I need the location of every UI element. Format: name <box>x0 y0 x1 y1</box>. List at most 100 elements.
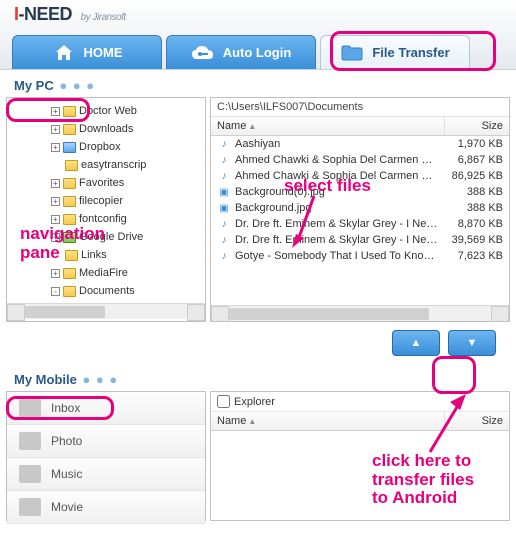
mobile-nav-movie[interactable]: Movie <box>7 491 205 524</box>
file-size: 388 KB <box>439 186 503 198</box>
transfer-up-button[interactable]: ▲ <box>392 330 440 356</box>
mymobile-title: My Mobile <box>14 372 77 387</box>
expand-icon[interactable]: - <box>51 287 60 296</box>
tree-item-label: Favorites <box>79 174 124 192</box>
dots-icon: ● ● ● <box>82 372 118 387</box>
tab-filetransfer[interactable]: File Transfer <box>320 35 470 69</box>
tree-item[interactable]: + Doctor Web <box>21 102 205 120</box>
explorer-label: Explorer <box>234 396 275 408</box>
folder-icon <box>63 214 76 225</box>
file-name: Gotye - Somebody That I Used To Know (fe… <box>235 250 439 262</box>
expand-icon[interactable]: + <box>51 233 60 242</box>
col-name[interactable]: Name▲ <box>211 412 445 430</box>
tab-filetransfer-label: File Transfer <box>372 45 449 60</box>
folder-tree[interactable]: + Doctor Web + Downloads + Dropboxeasytranscr… <box>7 98 205 303</box>
tree-item[interactable]: easytranscrip <box>21 156 205 174</box>
transfer-buttons: ▲ ▼ <box>0 322 516 364</box>
mobile-nav-label: Music <box>51 467 82 481</box>
explorer-checkbox-row[interactable]: Explorer <box>211 392 509 412</box>
expand-icon[interactable]: + <box>51 143 60 152</box>
tree-item-label: Downloads <box>79 120 133 138</box>
main-tabs: HOME Auto Login File Transfer <box>12 35 470 69</box>
triangle-down-icon: ▼ <box>467 337 478 349</box>
tree-item[interactable]: +Google Drive <box>21 228 205 246</box>
tree-item[interactable]: - Documents <box>21 282 205 300</box>
tree-item[interactable]: + Dropbox <box>21 138 205 156</box>
file-row[interactable]: ♪Ahmed Chawki & Sophia Del Carmen & Pitb… <box>211 168 509 184</box>
tree-hscrollbar[interactable] <box>7 303 205 319</box>
pc-panels: + Doctor Web + Downloads + Dropboxeasytranscr… <box>0 97 516 322</box>
music-icon: ♪ <box>217 233 231 247</box>
tree-item-label: Documents <box>79 282 135 300</box>
file-row[interactable]: ♪ Dr. Dre ft. Eminem & Skylar Grey - I Ne… <box>211 232 509 248</box>
file-name: Background.jpg <box>235 202 439 214</box>
music-icon: ♪ <box>217 137 231 151</box>
folder-icon <box>65 160 78 171</box>
tab-autologin-label: Auto Login <box>223 45 292 60</box>
tab-autologin[interactable]: Auto Login <box>166 35 316 69</box>
inbox-icon <box>19 399 41 417</box>
file-row[interactable]: ♪Dr. Dre ft. Eminem & Skylar Grey - I Ne… <box>211 216 509 232</box>
folder-icon <box>63 232 76 243</box>
tree-item-label: Links <box>81 246 107 264</box>
expand-icon[interactable]: + <box>51 197 60 206</box>
file-size: 388 KB <box>439 202 503 214</box>
file-row[interactable]: ♪ Ahmed Chawki & Sophia Del Carmen & Pitb… <box>211 152 509 168</box>
col-name[interactable]: Name▲ <box>211 117 445 135</box>
folder-icon <box>63 268 76 279</box>
tree-item-label: Dropbox <box>79 138 121 156</box>
music-icon: ♪ <box>217 217 231 231</box>
file-name: Ahmed Chawki & Sophia Del Carmen & Pitbu… <box>235 154 439 166</box>
folder-icon <box>63 286 76 297</box>
mobile-column-headers[interactable]: Name▲ Size <box>211 412 509 431</box>
tree-item-label: MediaFire <box>79 264 128 282</box>
tree-item-label: Doctor Web <box>79 102 137 120</box>
mobile-nav-photo[interactable]: Photo <box>7 425 205 458</box>
file-name: Dr. Dre ft. Eminem & Skylar Grey - I Nee… <box>235 234 439 246</box>
list-hscrollbar[interactable] <box>211 305 509 321</box>
column-headers[interactable]: Name▲ Size <box>211 117 509 136</box>
path-bar[interactable]: C:\Users\ILFS007\Documents <box>211 98 509 117</box>
tree-item[interactable]: + Downloads <box>21 120 205 138</box>
explorer-checkbox[interactable] <box>217 395 230 408</box>
expand-icon[interactable]: + <box>51 107 60 116</box>
tree-item[interactable]: + MediaFire <box>21 264 205 282</box>
file-size: 8,870 KB <box>439 218 503 230</box>
transfer-down-button[interactable]: ▼ <box>448 330 496 356</box>
file-name: Ahmed Chawki & Sophia Del Carmen & Pitbu… <box>235 170 439 182</box>
tree-item-label: fontconfig <box>79 210 127 228</box>
tree-item-label: easytranscrip <box>81 156 146 174</box>
music-icon: ♪ <box>217 249 231 263</box>
file-list-panel: C:\Users\ILFS007\Documents Name▲ Size ♪A… <box>210 97 510 322</box>
col-size[interactable]: Size <box>445 412 509 430</box>
mobile-nav-music[interactable]: Music <box>7 458 205 491</box>
mobile-nav: Inbox Photo Music Movie <box>6 391 206 521</box>
mobile-panels: Inbox Photo Music Movie Explorer Name▲ Size <box>0 391 516 521</box>
tree-item[interactable]: + Favorites <box>21 174 205 192</box>
file-row[interactable]: ♪Aashiyan1,970 KB <box>211 136 509 152</box>
file-rows: ♪Aashiyan1,970 KB♪Ahmed Chawki & Sophia … <box>211 136 509 305</box>
mymobile-header: My Mobile ● ● ● <box>0 364 516 391</box>
expand-icon[interactable]: + <box>51 125 60 134</box>
file-row[interactable]: ▣Background(0).jpg388 KB <box>211 184 509 200</box>
folder-icon <box>63 142 76 153</box>
triangle-up-icon: ▲ <box>411 337 422 349</box>
tab-home[interactable]: HOME <box>12 35 162 69</box>
mobile-nav-label: Photo <box>51 434 82 448</box>
file-row[interactable]: ♪ Gotye - Somebody That I Used To Know (f… <box>211 248 509 264</box>
tree-item[interactable]: +filecopier <box>21 192 205 210</box>
music-icon: ♪ <box>217 153 231 167</box>
image-icon: ▣ <box>217 185 231 199</box>
expand-icon[interactable]: + <box>51 179 60 188</box>
file-row[interactable]: ▣Background.jpg388 KB <box>211 200 509 216</box>
mobile-nav-inbox[interactable]: Inbox <box>7 392 205 425</box>
col-size[interactable]: Size <box>445 117 509 135</box>
mobile-nav-label: Movie <box>51 500 83 514</box>
expand-icon[interactable]: + <box>51 269 60 278</box>
expand-icon[interactable]: + <box>51 215 60 224</box>
file-size: 86,925 KB <box>439 170 503 182</box>
folder-transfer-icon <box>340 43 364 63</box>
tree-item[interactable]: Links <box>21 246 205 264</box>
app-logo: I-NEED by Jiransoft <box>14 4 126 25</box>
tree-item[interactable]: + fontconfig <box>21 210 205 228</box>
